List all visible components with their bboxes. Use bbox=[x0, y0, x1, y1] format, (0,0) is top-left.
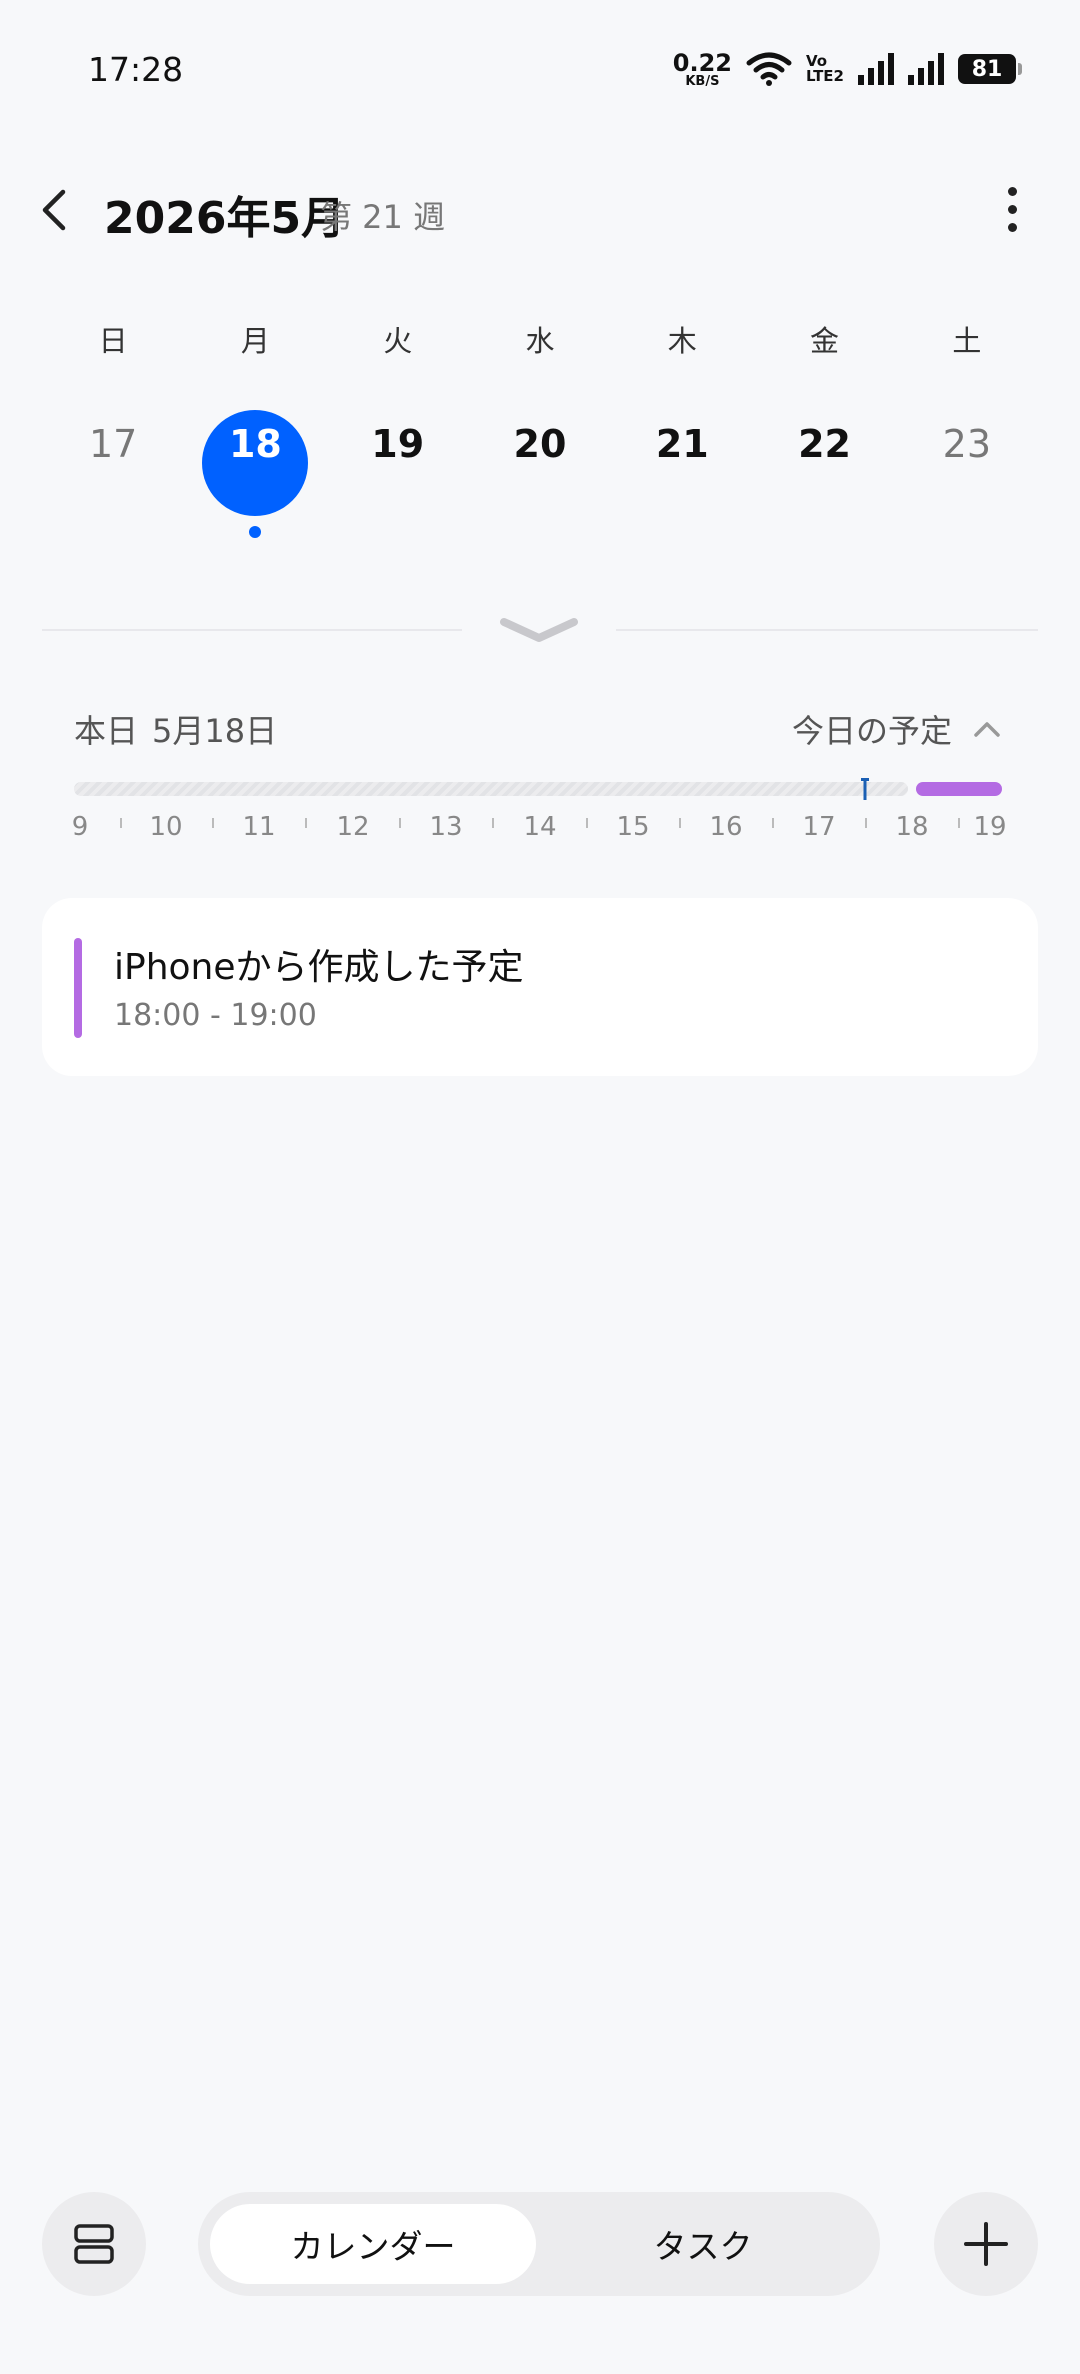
signal-icon-2 bbox=[908, 53, 944, 85]
back-button[interactable] bbox=[30, 180, 90, 240]
weekday-label: 土 bbox=[952, 324, 982, 358]
date-number-selected: 18 bbox=[202, 410, 309, 516]
timeline-track bbox=[74, 782, 908, 796]
weekday-label: 木 bbox=[667, 324, 697, 358]
header: 2026年5月 第 21 週 bbox=[0, 170, 1080, 250]
day-timeline[interactable] bbox=[74, 778, 1002, 800]
event-time: 18:00 - 19:00 bbox=[114, 998, 317, 1033]
date-cell-selected[interactable]: 18 bbox=[184, 410, 326, 538]
week-number: 第 21 週 bbox=[320, 198, 446, 236]
tab-calendar[interactable]: カレンダー bbox=[210, 2204, 536, 2284]
date-number: 21 bbox=[655, 422, 709, 466]
chevron-up-icon bbox=[974, 722, 1000, 737]
timeline-hour-labels: 9 10 11 12 13 14 15 16 17 18 19 bbox=[62, 812, 1022, 846]
date-cell[interactable]: 23 bbox=[896, 410, 1038, 522]
divider bbox=[42, 629, 462, 631]
plus-icon bbox=[964, 2222, 1008, 2266]
divider bbox=[616, 629, 1038, 631]
date-number: 23 bbox=[942, 422, 991, 466]
timeline-event-block[interactable] bbox=[916, 782, 1002, 796]
hour-label: 19 bbox=[973, 812, 1007, 842]
date-number: 22 bbox=[798, 422, 851, 466]
add-event-button[interactable] bbox=[934, 2192, 1038, 2296]
event-card[interactable]: iPhoneから作成した予定 18:00 - 19:00 bbox=[42, 898, 1038, 1076]
hour-label: 14 bbox=[523, 812, 557, 842]
network-speed-unit: KB/S bbox=[685, 73, 720, 89]
tick-mark bbox=[212, 818, 214, 828]
more-dot bbox=[1007, 223, 1017, 232]
date-cell[interactable]: 22 bbox=[753, 410, 895, 522]
date-number: 20 bbox=[513, 422, 567, 466]
tick-mark bbox=[399, 818, 401, 828]
battery-indicator: 81 bbox=[958, 54, 1022, 84]
signal-icon bbox=[858, 53, 894, 85]
expand-month-handle[interactable] bbox=[496, 610, 582, 650]
status-icons: 0.22 KB/S Vo LTE2 81 bbox=[673, 48, 1022, 90]
weekday-label: 月 bbox=[240, 324, 270, 358]
hour-label: 16 bbox=[709, 812, 743, 842]
hour-label: 18 bbox=[895, 812, 929, 842]
view-switch-button[interactable] bbox=[42, 2192, 146, 2296]
date-cell[interactable]: 20 bbox=[469, 410, 611, 522]
event-title: iPhoneから作成した予定 bbox=[114, 947, 524, 988]
hour-label: 10 bbox=[149, 812, 183, 842]
view-list-icon bbox=[74, 2224, 114, 2264]
more-menu-button[interactable] bbox=[1000, 182, 1024, 242]
current-time-marker bbox=[861, 778, 869, 800]
date-cell[interactable]: 21 bbox=[611, 410, 753, 522]
more-dot bbox=[1007, 205, 1017, 214]
today-prefix: 本日 bbox=[74, 712, 139, 750]
today-schedule-label: 今日の予定 bbox=[791, 712, 952, 750]
network-speed: 0.22 KB/S bbox=[673, 51, 732, 88]
hour-label: 13 bbox=[429, 812, 463, 842]
more-dot bbox=[1007, 187, 1017, 196]
weekday-label: 火 bbox=[383, 324, 413, 358]
chevron-down-icon bbox=[500, 618, 578, 642]
tick-mark bbox=[772, 818, 774, 828]
weekday-label: 金 bbox=[810, 324, 840, 358]
back-arrow-icon bbox=[42, 189, 66, 231]
date-number: 17 bbox=[88, 422, 138, 466]
today-schedule-toggle[interactable]: 今日の予定 bbox=[792, 706, 1002, 752]
month-title[interactable]: 2026年5月 bbox=[104, 182, 345, 246]
weekday-label: 日 bbox=[98, 324, 128, 358]
event-color-bar bbox=[74, 938, 82, 1038]
calendar-task-switch: カレンダー タスク bbox=[198, 2192, 880, 2296]
hour-label: 12 bbox=[336, 812, 370, 842]
weekday-label: 水 bbox=[525, 324, 555, 358]
week-dates-row: 17 18 19 20 21 22 23 bbox=[42, 410, 1038, 538]
volte-bottom: LTE2 bbox=[806, 67, 844, 85]
status-time: 17:28 bbox=[88, 50, 184, 89]
tick-mark bbox=[586, 818, 588, 828]
tick-mark bbox=[120, 818, 122, 828]
date-cell[interactable]: 17 bbox=[42, 410, 184, 522]
network-speed-value: 0.22 bbox=[672, 48, 732, 77]
bottom-bar: カレンダー タスク bbox=[0, 2190, 1080, 2300]
date-cell[interactable]: 19 bbox=[327, 410, 469, 522]
tick-mark bbox=[865, 818, 867, 828]
today-label: 本日 5月18日 bbox=[74, 706, 277, 752]
tick-mark bbox=[305, 818, 307, 828]
tick-mark bbox=[492, 818, 494, 828]
status-bar: 17:28 0.22 KB/S Vo LTE2 81 bbox=[0, 0, 1080, 140]
event-indicator-dot bbox=[249, 526, 262, 538]
tick-mark bbox=[679, 818, 681, 828]
hour-label: 15 bbox=[616, 812, 650, 842]
today-date: 5月18日 bbox=[152, 712, 278, 750]
hour-label: 11 bbox=[242, 812, 276, 842]
tab-tasks[interactable]: タスク bbox=[538, 2204, 868, 2284]
hour-label: 17 bbox=[802, 812, 836, 842]
wifi-icon bbox=[746, 52, 792, 86]
weekday-header-row: 日 月 火 水 木 金 土 bbox=[42, 318, 1038, 360]
volte-indicator: Vo LTE2 bbox=[806, 54, 844, 84]
tick-mark bbox=[958, 818, 960, 828]
date-number: 19 bbox=[371, 422, 425, 466]
hour-label: 9 bbox=[71, 812, 89, 842]
